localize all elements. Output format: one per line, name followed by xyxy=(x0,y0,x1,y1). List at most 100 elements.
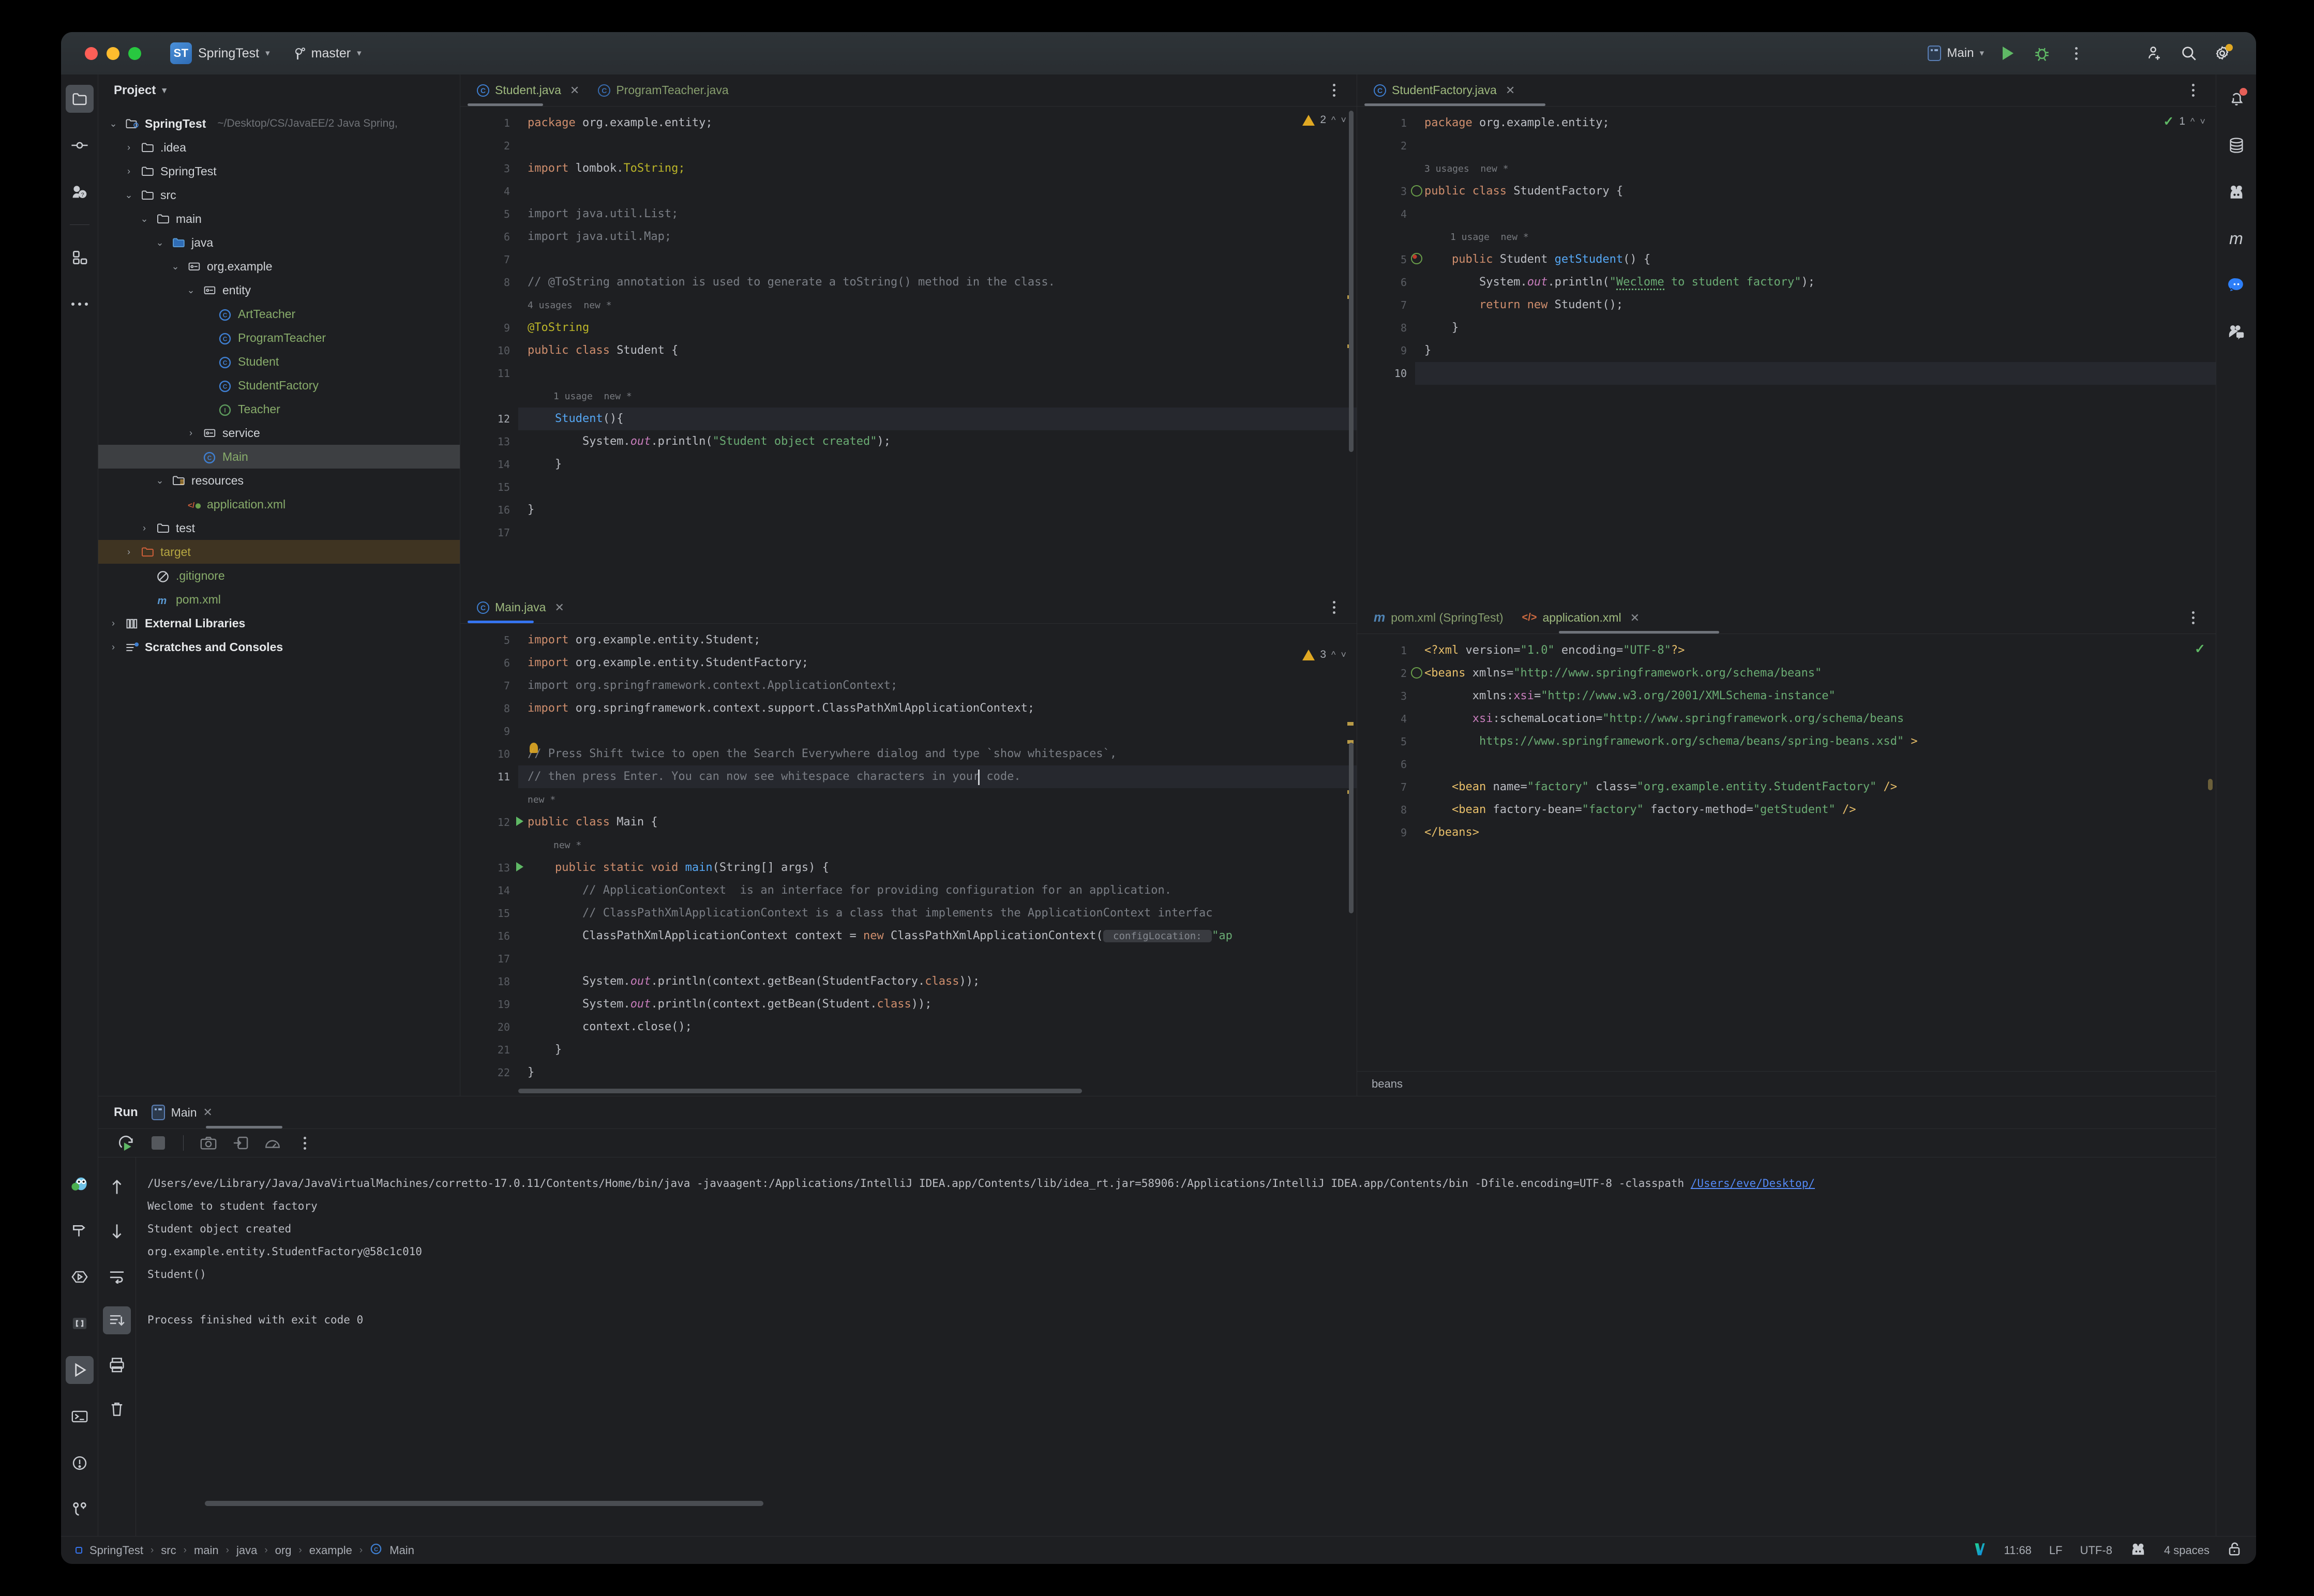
go-plugin-button[interactable] xyxy=(66,1170,94,1198)
tab-main-java[interactable]: C Main.java ✕ xyxy=(468,592,574,624)
chevron-up-icon[interactable]: ^ xyxy=(1331,115,1335,126)
tree-item-target[interactable]: › target xyxy=(98,540,460,564)
code-with-me-button[interactable] xyxy=(2144,43,2165,64)
chevron-right-icon[interactable]: › xyxy=(122,166,136,177)
project-pane-header[interactable]: Project ▾ xyxy=(98,74,460,107)
chevron-down-icon[interactable]: ˅ xyxy=(2200,116,2205,127)
run-tool-button[interactable] xyxy=(65,1356,94,1384)
settings-button[interactable] xyxy=(2213,43,2233,64)
xml-inspection-widget[interactable]: ✓ xyxy=(2195,641,2205,657)
student-code[interactable]: package org.example.entity; import lombok… xyxy=(518,107,1357,592)
project-tree[interactable]: ⌄ SpringTest ~/Desktop/CS/JavaEE/2 Java Sp… xyxy=(98,107,460,1096)
version-control-button[interactable] xyxy=(66,1496,94,1524)
ai-assistant-button[interactable]: ? xyxy=(66,178,94,206)
database-button[interactable] xyxy=(2222,131,2250,159)
tab-studentfactory-java[interactable]: C StudentFactory.java ✕ xyxy=(1364,74,1524,107)
tab-pom-xml[interactable]: m pom.xml (SpringTest) xyxy=(1364,602,1513,634)
close-icon[interactable]: ✕ xyxy=(203,1106,213,1119)
chevron-down-icon[interactable]: ⌄ xyxy=(122,190,136,201)
print-button[interactable] xyxy=(103,1351,131,1379)
breadcrumb-segment[interactable]: org xyxy=(275,1544,292,1557)
vertical-scrollbar[interactable] xyxy=(1349,743,1354,913)
tab-student-java[interactable]: C Student.java ✕ xyxy=(468,74,589,107)
minimize-window-button[interactable] xyxy=(107,47,119,60)
commit-tool-button[interactable] xyxy=(66,131,94,159)
project-tool-button[interactable] xyxy=(65,85,94,113)
chevron-right-icon[interactable]: › xyxy=(184,428,198,439)
tree-item-studentfactory[interactable]: C StudentFactory xyxy=(98,373,460,397)
editor-options-button[interactable] xyxy=(2183,608,2203,628)
status-breadcrumb[interactable]: SpringTest › src › main › java › org › example › C Ma… xyxy=(76,1543,414,1558)
lock-icon[interactable] xyxy=(2227,1541,2242,1560)
xml-gutter[interactable]: 1 2 3 4 5 6 7 8 9 xyxy=(1357,634,1422,1071)
xml-breadcrumb[interactable]: beans xyxy=(1357,1071,2216,1096)
tree-item-resources[interactable]: ⌄ resources xyxy=(98,469,460,492)
maven-button[interactable]: m xyxy=(2222,224,2250,252)
rerun-button[interactable] xyxy=(116,1133,137,1153)
maximize-window-button[interactable] xyxy=(128,47,141,60)
tree-item-main[interactable]: ⌄ main xyxy=(98,207,460,231)
window-controls[interactable] xyxy=(85,47,141,60)
file-encoding[interactable]: UTF-8 xyxy=(2080,1544,2112,1557)
main-code-area[interactable]: 5 6 7 8 9 10 11 12 13 14 15 16 17 18 19 20 21 22 import o… xyxy=(460,624,1357,1087)
tab-application-xml[interactable]: </> application.xml ✕ xyxy=(1513,602,1649,634)
factory-code-area[interactable]: 1 2 3 4 5 6 7 8 9 10 package org.example.entity; 3… xyxy=(1357,107,2216,602)
chevron-down-icon[interactable]: ˅ xyxy=(1341,115,1346,126)
screenshot-button[interactable] xyxy=(198,1133,219,1153)
breadcrumb-segment[interactable]: java xyxy=(236,1544,257,1557)
chevron-right-icon[interactable]: › xyxy=(107,618,120,629)
warning-marker[interactable] xyxy=(1347,722,1354,726)
chevron-up-icon[interactable]: ^ xyxy=(2190,116,2195,127)
chevron-right-icon[interactable]: › xyxy=(107,642,120,653)
chevron-down-icon[interactable]: ⌄ xyxy=(138,214,151,224)
main-code[interactable]: import org.example.entity.Student; import… xyxy=(518,624,1357,1087)
indent-setting[interactable]: 4 spaces xyxy=(2164,1544,2210,1557)
profiler-button[interactable] xyxy=(262,1133,283,1153)
tree-item--gitignore[interactable]: .gitignore xyxy=(98,564,460,588)
horizontal-scrollbar[interactable] xyxy=(205,1501,763,1506)
chevron-down-icon[interactable]: ˅ xyxy=(1341,650,1346,660)
tree-item-student[interactable]: C Student xyxy=(98,350,460,373)
tree-item-scratches-and-consoles[interactable]: › Scratches and Consoles xyxy=(98,635,460,659)
caret-position[interactable]: 11:68 xyxy=(2004,1544,2032,1557)
console-output[interactable]: /Users/eve/Library/Java/JavaVirtualMachi… xyxy=(136,1157,2216,1536)
student-inspection-widget[interactable]: 2 ^ ˅ xyxy=(1302,114,1346,126)
more-actions-button[interactable] xyxy=(2066,43,2086,64)
main-gutter[interactable]: 5 6 7 8 9 10 11 12 13 14 15 16 17 18 19 20 21 22 xyxy=(460,624,523,1087)
scroll-down-button[interactable] xyxy=(103,1217,131,1245)
breadcrumb-segment[interactable]: Main xyxy=(389,1544,414,1557)
intention-bulb-icon[interactable] xyxy=(530,743,538,753)
breadcrumb-segment[interactable]: main xyxy=(194,1544,219,1557)
editor-options-button[interactable] xyxy=(1324,597,1344,618)
vertical-scrollbar[interactable] xyxy=(1349,111,1354,452)
code-with-me-rail-button[interactable] xyxy=(2222,318,2250,345)
tree-item-artteacher[interactable]: C ArtTeacher xyxy=(98,302,460,326)
debug-button[interactable] xyxy=(2032,43,2052,64)
scratches-button[interactable] xyxy=(66,1309,94,1337)
close-icon[interactable]: ✕ xyxy=(1630,611,1640,625)
xml-code-area[interactable]: 123456789 <?xml version="1.0" encoding="… xyxy=(1357,634,2216,1071)
close-icon[interactable]: ✕ xyxy=(554,601,564,614)
tree-item-external-libraries[interactable]: › External Libraries xyxy=(98,611,460,635)
close-icon[interactable]: ✕ xyxy=(570,84,579,97)
tree-item-main[interactable]: C Main xyxy=(98,445,460,469)
tree-item-teacher[interactable]: I Teacher xyxy=(98,397,460,421)
tree-item-pom-xml[interactable]: m pom.xml xyxy=(98,588,460,611)
tree-item-src[interactable]: ⌄ src xyxy=(98,183,460,207)
tree-item-application-xml[interactable]: </ application.xml xyxy=(98,492,460,516)
ai-assistant-right-button[interactable] xyxy=(2222,178,2250,206)
problems-tool-button[interactable] xyxy=(66,1449,94,1477)
breadcrumb-segment[interactable]: example xyxy=(309,1544,352,1557)
tree-item-programteacher[interactable]: C ProgramTeacher xyxy=(98,326,460,350)
terminal-tool-button[interactable] xyxy=(66,1403,94,1431)
horizontal-scrollbar[interactable] xyxy=(518,1089,1082,1093)
line-separator[interactable]: LF xyxy=(2049,1544,2063,1557)
scroll-to-end-button[interactable] xyxy=(103,1306,131,1334)
factory-inspection-widget[interactable]: ✓ 1 ^ ˅ xyxy=(2163,114,2205,129)
chevron-up-icon[interactable]: ^ xyxy=(1331,650,1335,660)
clear-all-button[interactable] xyxy=(103,1395,131,1423)
branch-selector[interactable]: master ▾ xyxy=(288,43,368,64)
breadcrumb-segment[interactable]: SpringTest xyxy=(89,1544,143,1557)
close-icon[interactable]: ✕ xyxy=(1506,84,1515,97)
tree-item-org-example[interactable]: ⌄ org.example xyxy=(98,254,460,278)
